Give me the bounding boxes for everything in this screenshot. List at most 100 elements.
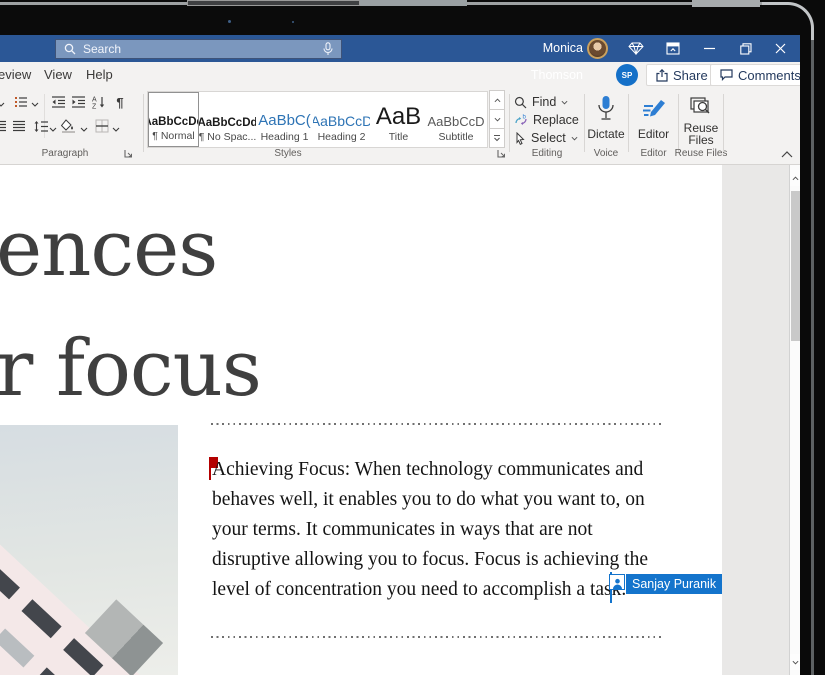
svg-text:Z: Z (92, 104, 97, 110)
select-button[interactable]: Select (514, 129, 579, 147)
style-sample: AaB (376, 105, 421, 129)
vertical-scrollbar[interactable] (789, 165, 800, 675)
search-input[interactable] (83, 42, 316, 56)
increase-indent-icon[interactable] (69, 94, 87, 110)
shading-icon[interactable] (60, 118, 78, 134)
document-area: ences r focus Achieving Focus: When tech… (0, 165, 800, 675)
mic-icon[interactable] (323, 42, 333, 56)
document-heading-line: r focus (0, 325, 261, 415)
editor-icon (641, 94, 667, 124)
divider (509, 94, 510, 152)
divider (723, 94, 724, 152)
style-sample: AaBbC( (258, 112, 311, 129)
tab-help[interactable]: Help (86, 67, 113, 82)
collapse-ribbon-button[interactable] (781, 151, 793, 158)
numbered-list-icon[interactable] (12, 94, 30, 110)
divider (678, 94, 679, 152)
svg-text:A: A (92, 97, 97, 104)
tab-review[interactable]: eview (0, 67, 31, 82)
dialog-launcher-icon[interactable] (124, 149, 133, 158)
comments-button[interactable]: Comments (710, 64, 811, 86)
gallery-scroll-up-button[interactable] (489, 90, 505, 110)
tab-view[interactable]: View (44, 67, 72, 82)
chevron-down-icon[interactable] (30, 96, 39, 112)
ribbon: AZ ¶ Paragraph AaBbCcDd ¶ Normal AaBbCcD… (0, 88, 800, 165)
presence-badge[interactable]: SP (616, 64, 638, 86)
gallery-more-button[interactable] (489, 128, 505, 148)
chevron-down-icon[interactable] (0, 96, 10, 112)
decrease-indent-icon[interactable] (49, 94, 67, 110)
style-label: Heading 2 (318, 131, 366, 143)
document-image[interactable] (0, 425, 178, 675)
sort-icon[interactable]: AZ (89, 94, 107, 110)
style-sample: AaBbCcD (313, 113, 370, 129)
style-heading-1[interactable]: AaBbC( Heading 1 (256, 92, 313, 147)
paragraph-group-label: Paragraph (20, 148, 110, 159)
find-button[interactable]: Find (514, 93, 579, 111)
coming-soon-gem-button[interactable] (626, 40, 645, 57)
share-label: Share (673, 68, 708, 83)
document-page[interactable]: ences r focus Achieving Focus: When tech… (0, 165, 722, 675)
gem-icon (628, 42, 644, 55)
document-paragraph: Achieving Focus: When technology communi… (212, 455, 648, 605)
gallery-scroll-down-button[interactable] (489, 109, 505, 129)
search-box[interactable] (55, 39, 342, 59)
replace-icon: b (514, 114, 528, 127)
style-sample: AaBbCcD (427, 114, 484, 129)
scrollbar-thumb[interactable] (791, 191, 800, 341)
borders-icon[interactable] (93, 118, 111, 134)
divider (628, 94, 629, 152)
dotted-divider (211, 636, 661, 638)
style-subtitle[interactable]: AaBbCcD Subtitle (427, 92, 485, 147)
share-button[interactable]: Share (646, 64, 718, 86)
reuse-files-button[interactable]: Reuse Files (680, 94, 722, 146)
device-edge-corner (762, 2, 814, 46)
style-heading-2[interactable]: AaBbCcD Heading 2 (313, 92, 370, 147)
background-object (692, 0, 760, 7)
justify-icon[interactable] (10, 118, 28, 134)
collab-user-flag: Sanjay Puranik (626, 574, 722, 594)
dialog-launcher-icon[interactable] (497, 149, 506, 158)
reuse-files-icon (689, 94, 713, 120)
find-icon (514, 96, 527, 109)
avatar[interactable] (587, 38, 608, 59)
dictate-button[interactable]: Dictate (586, 94, 626, 141)
select-label: Select (531, 131, 566, 145)
chevron-down-icon (571, 136, 578, 141)
pilcrow-icon[interactable]: ¶ (111, 94, 129, 110)
minimize-button[interactable] (700, 40, 719, 57)
ribbon-display-options-button[interactable] (663, 40, 682, 57)
camera-dot (228, 20, 231, 23)
restore-button[interactable] (736, 40, 755, 57)
align-icon[interactable] (0, 118, 8, 134)
device-screen: Monica Thomson eview View Help SP (0, 0, 825, 675)
style-normal[interactable]: AaBbCcDd ¶ Normal (148, 92, 199, 147)
styles-gallery: AaBbCcDd ¶ Normal AaBbCcDd ¶ No Spac... … (147, 91, 488, 148)
paragraph-line: your terms. It communicates in ways that… (212, 515, 648, 545)
dotted-divider (211, 423, 661, 425)
dictate-icon (596, 94, 616, 124)
chevron-down-icon[interactable] (48, 121, 57, 137)
paragraph-line: disruptive allowing you to focus. Focus … (212, 545, 648, 575)
background-object (360, 0, 467, 6)
paragraph-line: behaves well, it enables you to do what … (212, 485, 648, 515)
background-object (187, 0, 360, 6)
paragraph-group: AZ ¶ (0, 94, 143, 144)
chevron-down-icon (561, 100, 568, 105)
style-no-spacing[interactable]: AaBbCcDd ¶ No Spac... (199, 92, 256, 147)
dictate-label: Dictate (587, 127, 624, 141)
chevron-down-icon[interactable] (79, 121, 88, 137)
editor-button[interactable]: Editor (631, 94, 676, 141)
title-bar: Monica Thomson (0, 35, 800, 62)
chevron-down-icon[interactable] (111, 121, 120, 137)
line-spacing-icon[interactable] (31, 118, 49, 134)
device-edge (811, 40, 814, 675)
replace-button[interactable]: b Replace (514, 111, 579, 129)
paragraph-line: Achieving Focus: When technology communi… (212, 455, 648, 485)
editing-group-label: Editing (514, 148, 580, 159)
style-title[interactable]: AaB Title (370, 92, 427, 147)
paragraph-line: level of concentration you need to accom… (212, 575, 648, 605)
reuse-files-label: Files (688, 134, 713, 146)
style-sample: AaBbCcDd (199, 117, 256, 129)
comments-label: Comments (738, 68, 801, 83)
